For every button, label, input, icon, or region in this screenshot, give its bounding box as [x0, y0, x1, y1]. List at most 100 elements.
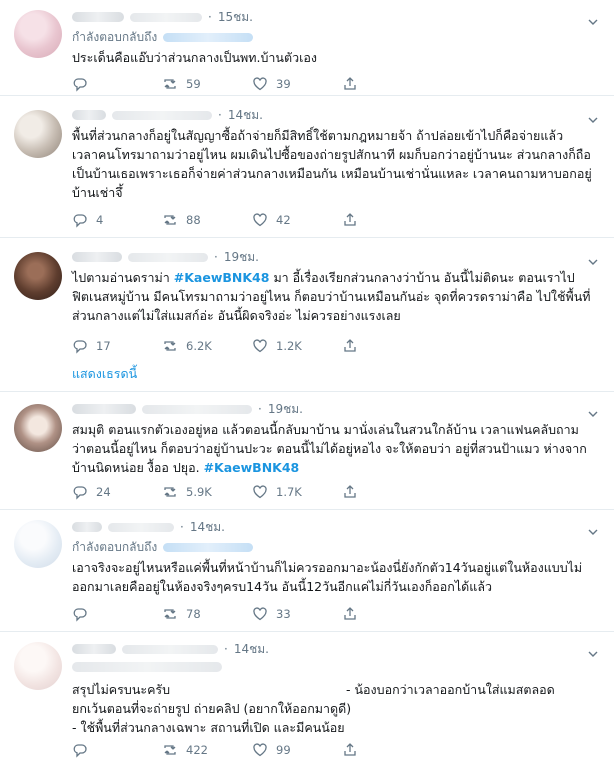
retweet-button[interactable]: 6.2K	[162, 338, 252, 354]
timestamp[interactable]: 15ชม.	[218, 8, 253, 27]
author-name-blurred[interactable]	[72, 404, 136, 414]
tweet-actions: 78 33	[72, 604, 432, 624]
share-icon	[344, 485, 356, 498]
chevron-down-icon[interactable]	[588, 252, 598, 265]
like-button[interactable]: 1.2K	[252, 338, 342, 354]
hashtag-link[interactable]: #KaewBNK48	[204, 460, 300, 475]
retweet-count: 6.2K	[186, 339, 212, 353]
tweet-actions: 4 88 42	[72, 210, 432, 230]
avatar[interactable]	[14, 520, 62, 568]
author-name-blurred[interactable]	[72, 522, 102, 532]
tweet[interactable]: · 14ชม. สรุปไม่ครบนะครับ - น้องบอกว่าเวล…	[0, 632, 614, 768]
retweet-count: 78	[186, 607, 201, 621]
heart-icon	[253, 607, 267, 621]
chevron-down-icon[interactable]	[588, 522, 598, 535]
retweet-icon	[164, 609, 176, 619]
tweet[interactable]: · 19ชม. ไปตามอ่านดราม่า #KaewBNK48 มา อี…	[0, 238, 614, 392]
share-icon	[344, 607, 356, 620]
tweet-line-left: สรุปไม่ครบนะครับ	[72, 682, 171, 697]
tweet-text: ไปตามอ่านดราม่า #KaewBNK48 มา อี้เรื่องเ…	[72, 268, 592, 325]
tweet-line-right: - น้องบอกว่าเวลาออกบ้านใส่แมสตลอด	[346, 682, 555, 697]
author-name-blurred[interactable]	[72, 110, 106, 120]
reply-icon	[73, 340, 87, 354]
tweet-text-start: ไปตามอ่านดราม่า	[72, 270, 174, 285]
reply-icon	[73, 214, 87, 228]
reply-button[interactable]: 17	[72, 338, 162, 354]
retweet-button[interactable]: 78	[162, 606, 252, 622]
reply-button[interactable]: 24	[72, 484, 162, 500]
share-button[interactable]	[342, 606, 432, 622]
replying-to-handle-blurred[interactable]	[163, 543, 254, 552]
reply-count: 17	[96, 339, 111, 353]
author-handle-blurred	[122, 644, 218, 654]
chevron-down-icon[interactable]	[588, 404, 598, 417]
timestamp[interactable]: 19ชม.	[224, 248, 259, 267]
timestamp[interactable]: 14ชม.	[228, 106, 263, 125]
avatar[interactable]	[14, 252, 62, 300]
retweet-count: 5.9K	[186, 485, 212, 499]
like-count: 33	[276, 607, 291, 621]
retweet-button[interactable]: 422	[162, 742, 252, 758]
reply-count: 4	[96, 213, 104, 227]
tweet[interactable]: · 14ชม. พื้นที่ส่วนกลางก็อยู่ในสัญญาซื้อ…	[0, 96, 614, 238]
avatar[interactable]	[14, 110, 62, 158]
avatar[interactable]	[14, 10, 62, 58]
tweet[interactable]: · 15ชม. กำลังตอบกลับถึง ประเด็นคือแอ๊บว่…	[0, 0, 614, 96]
heart-icon	[253, 485, 267, 499]
share-button[interactable]	[342, 212, 432, 228]
tweet-header: · 14ชม.	[72, 106, 263, 124]
retweet-count: 59	[186, 77, 201, 91]
like-button[interactable]: 1.7K	[252, 484, 342, 500]
share-icon	[344, 213, 356, 226]
chevron-down-icon[interactable]	[588, 12, 598, 25]
tweet[interactable]: · 14ชม. กำลังตอบกลับถึง เอาจริงจะอยู่ไหน…	[0, 510, 614, 632]
tweet-text: พื้นที่ส่วนกลางก็อยู่ในสัญญาซื้อถ้าจ่ายก…	[72, 128, 592, 200]
retweet-button[interactable]: 59	[162, 76, 252, 92]
reply-button[interactable]	[72, 606, 162, 622]
share-button[interactable]	[342, 76, 432, 92]
author-name-blurred[interactable]	[72, 252, 122, 262]
author-handle-blurred	[128, 252, 208, 262]
show-thread-link[interactable]: แสดงเธรดนี้	[72, 364, 137, 384]
like-button[interactable]: 39	[252, 76, 342, 92]
tweet-header: · 14ชม.	[72, 518, 225, 536]
chevron-down-icon[interactable]	[588, 110, 598, 123]
mention-blurred[interactable]	[72, 662, 222, 672]
heart-icon	[253, 77, 267, 91]
author-name-blurred[interactable]	[72, 644, 116, 654]
tweet[interactable]: · 19ชม. สมมุติ ตอนแรกตัวเองอยู่หอ แล้วตอ…	[0, 392, 614, 510]
retweet-button[interactable]: 88	[162, 212, 252, 228]
like-button[interactable]: 42	[252, 212, 342, 228]
like-button[interactable]: 99	[252, 742, 342, 758]
avatar[interactable]	[14, 404, 62, 452]
retweet-count: 88	[186, 213, 201, 227]
tweet-feed: · 15ชม. กำลังตอบกลับถึง ประเด็นคือแอ๊บว่…	[0, 0, 614, 768]
timestamp[interactable]: 14ชม.	[234, 640, 269, 659]
reply-button[interactable]: 4	[72, 212, 162, 228]
dot-separator: ·	[224, 642, 228, 656]
replying-to-handle-blurred[interactable]	[163, 33, 254, 42]
tweet-actions: 422 99	[72, 740, 432, 760]
reply-icon	[73, 608, 87, 622]
chevron-down-icon[interactable]	[588, 644, 598, 657]
replying-to: กำลังตอบกลับถึง	[72, 538, 254, 557]
hashtag-link[interactable]: #KaewBNK48	[174, 270, 270, 285]
reply-button[interactable]	[72, 742, 162, 758]
share-button[interactable]	[342, 484, 432, 500]
share-button[interactable]	[342, 742, 432, 758]
heart-icon	[253, 743, 267, 757]
author-name-blurred[interactable]	[72, 12, 124, 22]
retweet-button[interactable]: 5.9K	[162, 484, 252, 500]
retweet-icon	[164, 215, 176, 225]
dot-separator: ·	[208, 10, 212, 24]
like-button[interactable]: 33	[252, 606, 342, 622]
share-button[interactable]	[342, 338, 432, 354]
tweet-header: · 14ชม.	[72, 640, 269, 658]
reply-icon	[73, 486, 87, 500]
reply-button[interactable]	[72, 76, 162, 92]
tweet-text: เอาจริงจะอยู่ไหนหรือแค่พื้นที่หน้าบ้านก็…	[72, 560, 583, 594]
like-count: 1.2K	[276, 339, 302, 353]
timestamp[interactable]: 14ชม.	[190, 518, 225, 537]
avatar[interactable]	[14, 642, 62, 690]
timestamp[interactable]: 19ชม.	[268, 400, 303, 419]
